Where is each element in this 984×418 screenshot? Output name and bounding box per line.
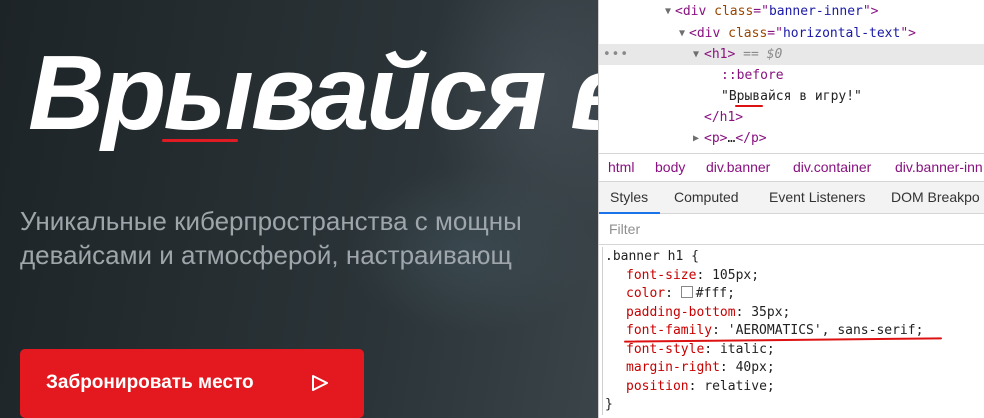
expand-triangle-icon[interactable]: ▼ bbox=[679, 23, 685, 44]
declaration-color[interactable]: color: #fff; bbox=[626, 284, 735, 303]
rule-close-brace: } bbox=[605, 397, 613, 412]
declaration-font-size[interactable]: font-size: 105px; bbox=[626, 266, 759, 285]
more-dots-icon[interactable]: ••• bbox=[603, 44, 629, 65]
declaration-position[interactable]: position: relative; bbox=[626, 377, 775, 396]
dom-node-p[interactable]: ▶ <p>…</p> bbox=[599, 128, 984, 149]
dom-node-before[interactable]: ::before bbox=[599, 65, 984, 86]
tab-dom-breakpoints[interactable]: DOM Breakpo bbox=[891, 182, 980, 213]
tab-event-listeners[interactable]: Event Listeners bbox=[769, 182, 866, 213]
dom-node-text[interactable]: "Врывайся в игру!" bbox=[599, 86, 984, 107]
book-place-button[interactable]: Забронировать место bbox=[20, 349, 364, 418]
tag-p-open: <p> bbox=[704, 131, 728, 146]
breadcrumb-html[interactable]: html bbox=[608, 154, 634, 181]
property-value: 105px; bbox=[712, 268, 760, 283]
elements-tree: ▼ <div class="banner-inner"> ▼ <div clas… bbox=[599, 0, 984, 153]
property-value: #fff; bbox=[695, 286, 735, 301]
tag-h1-close: </h1> bbox=[704, 110, 744, 125]
property-value: 'AEROMATICS', sans-serif; bbox=[727, 323, 924, 338]
expand-triangle-icon[interactable]: ▼ bbox=[665, 1, 671, 22]
banner-description: Уникальные киберпространства с мощны дев… bbox=[20, 206, 522, 270]
tag-open: <div bbox=[689, 26, 729, 41]
tab-styles[interactable]: Styles bbox=[599, 182, 661, 214]
attr-value: horizontal-text bbox=[782, 26, 901, 41]
play-arrow-icon bbox=[311, 374, 329, 396]
attr-value: banner-inner bbox=[768, 4, 863, 19]
property-value: 35px; bbox=[751, 305, 791, 320]
declaration-padding-bottom[interactable]: padding-bottom: 35px; bbox=[626, 303, 790, 322]
breadcrumb-div-banner-inner[interactable]: div.banner-inn bbox=[895, 154, 983, 181]
property-value: 40px; bbox=[735, 360, 775, 375]
declaration-font-style[interactable]: font-style: italic; bbox=[626, 340, 775, 359]
filter-placeholder: Filter bbox=[609, 221, 641, 237]
tag-open: <div bbox=[675, 4, 715, 19]
rule-divider bbox=[602, 247, 603, 415]
dom-node-h1-selected[interactable]: ••• ▼ <h1> == $0 bbox=[599, 44, 984, 65]
styles-filter-input[interactable]: Filter bbox=[599, 214, 984, 245]
property-name: color bbox=[626, 286, 666, 301]
attr-eq: =" bbox=[767, 26, 783, 41]
h1-text-content: "Врывайся в игру!" bbox=[721, 89, 862, 104]
tab-computed[interactable]: Computed bbox=[674, 182, 739, 213]
attr-eq: =" bbox=[753, 4, 769, 19]
sidebar-tabs: Styles Computed Event Listeners DOM Brea… bbox=[599, 182, 984, 214]
tag-h1: <h1> bbox=[704, 47, 736, 62]
tag-close: "> bbox=[862, 4, 879, 19]
property-value: relative; bbox=[704, 379, 775, 394]
attr-name: class bbox=[714, 4, 754, 19]
breadcrumb: html body div.banner div.container div.b… bbox=[599, 153, 984, 182]
tag-p-close: </p> bbox=[735, 131, 767, 146]
breadcrumb-div-banner[interactable]: div.banner bbox=[706, 154, 770, 181]
heading-red-underline-annotation bbox=[162, 139, 238, 142]
website-banner: Врывайся в Уникальные киберпространства … bbox=[0, 0, 598, 418]
property-name: padding-bottom bbox=[626, 305, 736, 320]
declaration-margin-right[interactable]: margin-right: 40px; bbox=[626, 358, 775, 377]
dom-node-horizontal-text[interactable]: ▼ <div class="horizontal-text"> bbox=[599, 23, 984, 44]
attr-name: class bbox=[728, 26, 768, 41]
devtools-panel: ▼ <div class="banner-inner"> ▼ <div clas… bbox=[598, 0, 984, 418]
pseudo-before: ::before bbox=[721, 68, 784, 83]
dom-node-h1-close[interactable]: </h1> bbox=[599, 107, 984, 128]
color-swatch[interactable] bbox=[680, 286, 693, 298]
property-name: font-size bbox=[626, 268, 697, 283]
rule-selector[interactable]: .banner h1 { bbox=[605, 247, 699, 266]
breadcrumb-body[interactable]: body bbox=[655, 154, 685, 181]
banner-heading: Врывайся в bbox=[28, 34, 598, 152]
style-rules: .banner h1 { font-size: 105px; color: #f… bbox=[599, 245, 984, 418]
expand-triangle-icon[interactable]: ▼ bbox=[693, 44, 699, 65]
breadcrumb-div-container[interactable]: div.container bbox=[793, 154, 871, 181]
property-value: italic; bbox=[719, 342, 775, 357]
dom-node-banner-inner[interactable]: ▼ <div class="banner-inner"> bbox=[599, 1, 984, 22]
property-name: margin-right bbox=[626, 360, 720, 375]
book-place-button-label: Забронировать место bbox=[46, 372, 254, 393]
property-name: font-family bbox=[626, 323, 713, 338]
property-name: font-style bbox=[626, 342, 705, 357]
property-name: position bbox=[626, 379, 689, 394]
collapse-triangle-icon[interactable]: ▶ bbox=[693, 128, 699, 149]
selected-marker: == $0 bbox=[743, 47, 783, 62]
tag-close: "> bbox=[900, 26, 916, 41]
